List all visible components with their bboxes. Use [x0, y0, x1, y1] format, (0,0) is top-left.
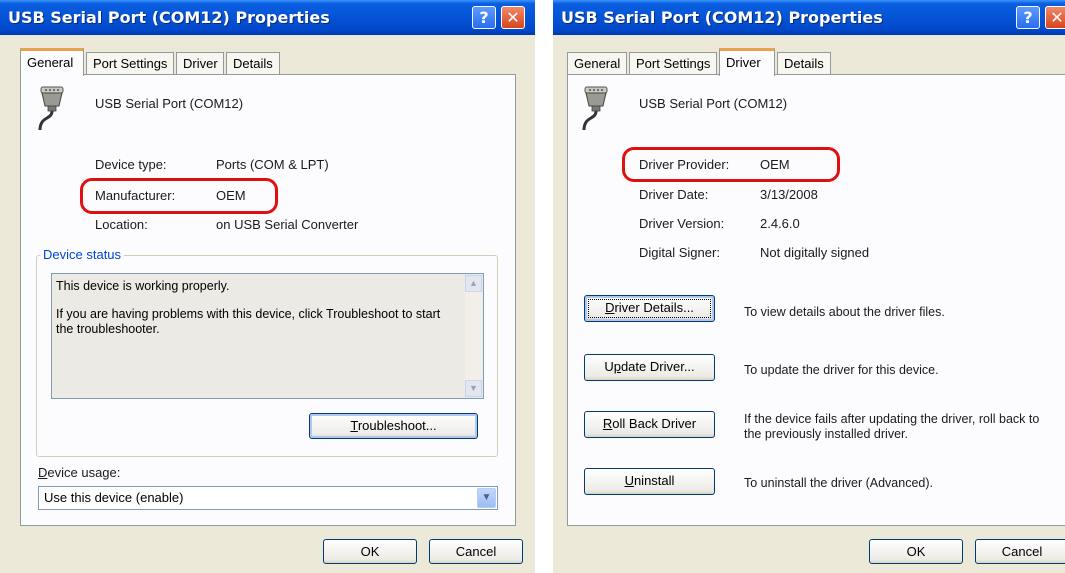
ok-button[interactable]: OK	[323, 539, 417, 564]
location-value: on USB Serial Converter	[216, 217, 359, 232]
title-bar[interactable]: USB Serial Port (COM12) Properties ? ✕	[553, 0, 1065, 35]
tab-general[interactable]: General	[20, 48, 84, 76]
device-usage-value: Use this device (enable)	[44, 490, 184, 505]
tab-port-settings[interactable]: Port Settings	[629, 52, 717, 74]
ok-button[interactable]: OK	[869, 539, 963, 564]
properties-window-driver: USB Serial Port (COM12) Properties ? ✕ G…	[553, 0, 1065, 573]
uninstall-description: To uninstall the driver (Advanced).	[744, 476, 933, 490]
update-driver-description: To update the driver for this device.	[744, 363, 939, 377]
tab-driver[interactable]: Driver	[719, 48, 775, 76]
scroll-down-icon[interactable]: ▼	[465, 380, 482, 397]
cancel-button[interactable]: Cancel	[429, 539, 523, 564]
properties-window-general: USB Serial Port (COM12) Properties ? ✕ G…	[0, 0, 535, 573]
device-name: USB Serial Port (COM12)	[95, 96, 244, 111]
help-icon[interactable]: ?	[1016, 6, 1040, 29]
status-line-2: If you are having problems with this dev…	[56, 307, 441, 336]
serial-port-icon	[582, 86, 608, 131]
help-icon[interactable]: ?	[472, 6, 496, 29]
status-line-1: This device is working properly.	[56, 279, 230, 293]
serial-port-icon	[38, 86, 64, 131]
digital-signer-value: Not digitally signed	[760, 245, 870, 260]
window-title: USB Serial Port (COM12) Properties	[561, 8, 883, 27]
manufacturer-highlight	[80, 178, 278, 214]
cancel-button[interactable]: Cancel	[975, 539, 1065, 564]
device-type-label: Device type:	[95, 157, 167, 172]
update-driver-button[interactable]: Update Driver...	[584, 354, 715, 381]
tab-general[interactable]: General	[567, 52, 627, 74]
driver-date-value: 3/13/2008	[760, 187, 818, 202]
chevron-down-icon[interactable]: ▼	[477, 488, 496, 508]
driver-provider-highlight	[622, 147, 840, 182]
tab-port-settings[interactable]: Port Settings	[86, 52, 174, 74]
device-status-text: This device is working properly. If you …	[51, 273, 484, 399]
device-status-title: Device status	[40, 247, 125, 262]
roll-back-driver-description: If the device fails after updating the d…	[744, 412, 1040, 441]
device-name: USB Serial Port (COM12)	[639, 96, 788, 111]
close-icon[interactable]: ✕	[501, 6, 525, 29]
driver-details-button[interactable]: Driver Details...	[584, 295, 715, 322]
status-scrollbar[interactable]: ▲ ▼	[465, 275, 482, 397]
uninstall-button[interactable]: Uninstall	[584, 468, 715, 495]
window-title: USB Serial Port (COM12) Properties	[8, 8, 330, 27]
location-label: Location:	[95, 217, 148, 232]
device-type-value: Ports (COM & LPT)	[216, 157, 329, 172]
scroll-up-icon[interactable]: ▲	[465, 275, 482, 292]
driver-date-label: Driver Date:	[639, 187, 709, 202]
tab-details[interactable]: Details	[777, 52, 831, 74]
driver-version-label: Driver Version:	[639, 216, 725, 231]
driver-details-description: To view details about the driver files.	[744, 305, 945, 319]
device-usage-select[interactable]: Use this device (enable) ▼	[38, 486, 498, 510]
driver-version-value: 2.4.6.0	[760, 216, 800, 231]
troubleshoot-button[interactable]: Troubleshoot...	[309, 413, 478, 439]
digital-signer-label: Digital Signer:	[639, 245, 720, 260]
close-icon[interactable]: ✕	[1045, 6, 1065, 29]
tab-details[interactable]: Details	[226, 52, 280, 74]
roll-back-driver-button[interactable]: Roll Back Driver	[584, 411, 715, 438]
device-usage-label: Device usage:	[38, 465, 121, 480]
title-bar[interactable]: USB Serial Port (COM12) Properties ? ✕	[0, 0, 535, 35]
tab-driver[interactable]: Driver	[176, 52, 224, 74]
